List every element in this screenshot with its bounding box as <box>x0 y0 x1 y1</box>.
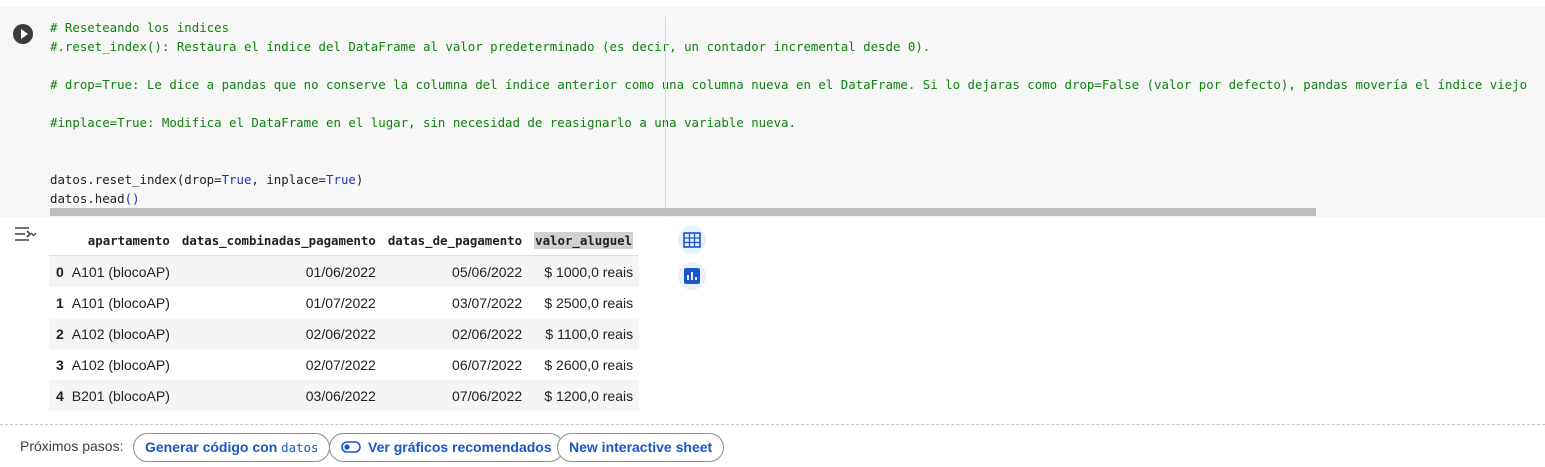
table-cell: 02/06/2022 <box>305 325 376 342</box>
table-cell: 05/06/2022 <box>381 255 529 287</box>
column-header[interactable]: datas_combinadas_pagamento <box>176 226 382 256</box>
table-cell: $ 2600,0 reais <box>544 356 634 373</box>
code-token: # drop=True: Le dice a pandas que no con… <box>50 77 1528 92</box>
row-index: 3 <box>56 356 64 373</box>
table-cell: 03/06/2022 <box>305 387 376 404</box>
code-token: #.reset_index(): Restaura el índice del … <box>50 39 931 54</box>
table-cell: $ 2500,0 reais <box>544 294 634 311</box>
column-header-label: valor_aluguel <box>534 232 634 249</box>
column-header-label: apartamento <box>87 233 170 248</box>
code-line: # drop=True: Le dice a pandas que no con… <box>50 75 1540 94</box>
row-index: 2 <box>56 325 64 342</box>
code-token: datos.reset_index(drop= <box>50 172 222 187</box>
code-line: datos.head() <box>50 189 1540 208</box>
column-header[interactable]: valor_aluguel <box>528 226 639 256</box>
table-row: 0 A101 (blocoAP) 01/06/2022 05/06/2022 $ 100… <box>49 255 640 287</box>
code-token: # Reseteando los indices <box>50 20 230 35</box>
recommended-charts-label: Ver gráficos recomendados <box>368 439 552 455</box>
table-cell: A102 (blocoAP) <box>71 325 170 342</box>
row-index: 4 <box>56 387 64 404</box>
horizontal-scrollbar[interactable] <box>50 208 1316 216</box>
table-cell: B201 (blocoAP) <box>71 387 170 404</box>
column-header[interactable]: apartamento <box>66 226 176 256</box>
code-token: datos.head <box>50 191 125 206</box>
code-line: # Reseteando los indices <box>50 18 1540 37</box>
table-row: 4 B201 (blocoAP) 03/06/2022 07/06/2022 $ 120… <box>49 380 640 411</box>
table-header-row: apartamento datas_combinadas_pagamento dat… <box>49 226 639 256</box>
new-interactive-sheet-label: New interactive sheet <box>569 439 713 455</box>
code-token: #inplace=True: Modifica el DataFrame en … <box>50 115 796 130</box>
table-cell: $ 1100,0 reais <box>545 325 634 342</box>
code-cell[interactable]: # Reseteando los indices #.reset_index():… <box>0 7 1545 217</box>
table-cell: 02/07/2022 <box>305 356 376 373</box>
code-token: ) <box>355 172 364 187</box>
row-index: 1 <box>56 294 64 311</box>
index-header <box>49 226 66 256</box>
code-token: True <box>221 172 252 187</box>
table-cell: A102 (blocoAP) <box>71 356 170 373</box>
code-line: #.reset_index(): Restaura el índice del … <box>50 37 1540 56</box>
output-options-icon[interactable] <box>14 224 37 244</box>
table-view-icon[interactable] <box>678 226 706 254</box>
new-interactive-sheet-button[interactable]: New interactive sheet <box>557 433 725 462</box>
column-header[interactable]: datas_de_pagamento <box>382 226 528 256</box>
code-line: datos.reset_index(drop=True, inplace=Tru… <box>50 170 1540 189</box>
code-editor[interactable]: # Reseteando los indices #.reset_index():… <box>50 18 1540 208</box>
table-cell: A101 (blocoAP) <box>71 294 170 311</box>
table-cell: A101 (blocoAP) <box>65 255 176 287</box>
code-token: , inplace= <box>251 172 327 187</box>
row-index: 0 <box>49 255 66 287</box>
code-line: #inplace=True: Modifica el DataFrame en … <box>50 113 1540 132</box>
table-cell: $ 1000,0 reais <box>528 255 640 287</box>
generate-code-button[interactable]: Generar código con datos <box>133 433 331 462</box>
recommended-charts-button[interactable]: Ver gráficos recomendados <box>329 433 564 462</box>
chart-suggest-icon[interactable] <box>678 262 706 290</box>
generate-code-variable: datos <box>281 440 319 455</box>
code-token: () <box>124 191 140 206</box>
column-header-label: datas_de_pagamento <box>387 233 523 248</box>
table-row: 2 A102 (blocoAP) 02/06/2022 02/06/2022 $ 110… <box>49 318 640 349</box>
table-row: 3 A102 (blocoAP) 02/07/2022 06/07/2022 $ 260… <box>49 349 639 380</box>
table-cell: 02/06/2022 <box>452 325 523 342</box>
code-token: True <box>326 172 356 187</box>
editor-ruler <box>665 17 666 217</box>
table-cell: 07/06/2022 <box>452 387 523 404</box>
table-cell: 03/07/2022 <box>452 294 523 311</box>
run-cell-icon[interactable] <box>13 24 33 44</box>
table-cell: 06/07/2022 <box>452 356 523 373</box>
dataframe-table: apartamento datas_combinadas_pagamento dat… <box>49 226 640 411</box>
table-cell: 01/07/2022 <box>305 294 376 311</box>
next-steps-label: Próximos pasos: <box>20 438 124 454</box>
table-row: 1 A101 (blocoAP) 01/07/2022 03/07/2022 $ 250… <box>49 287 639 318</box>
toggle-icon <box>341 441 361 454</box>
generate-code-label: Generar código con <box>145 439 278 455</box>
column-header-label: datas_combinadas_pagamento <box>181 233 376 248</box>
table-cell: $ 1200,0 reais <box>544 387 634 404</box>
section-divider <box>0 424 1545 425</box>
table-cell: 01/06/2022 <box>175 255 382 287</box>
